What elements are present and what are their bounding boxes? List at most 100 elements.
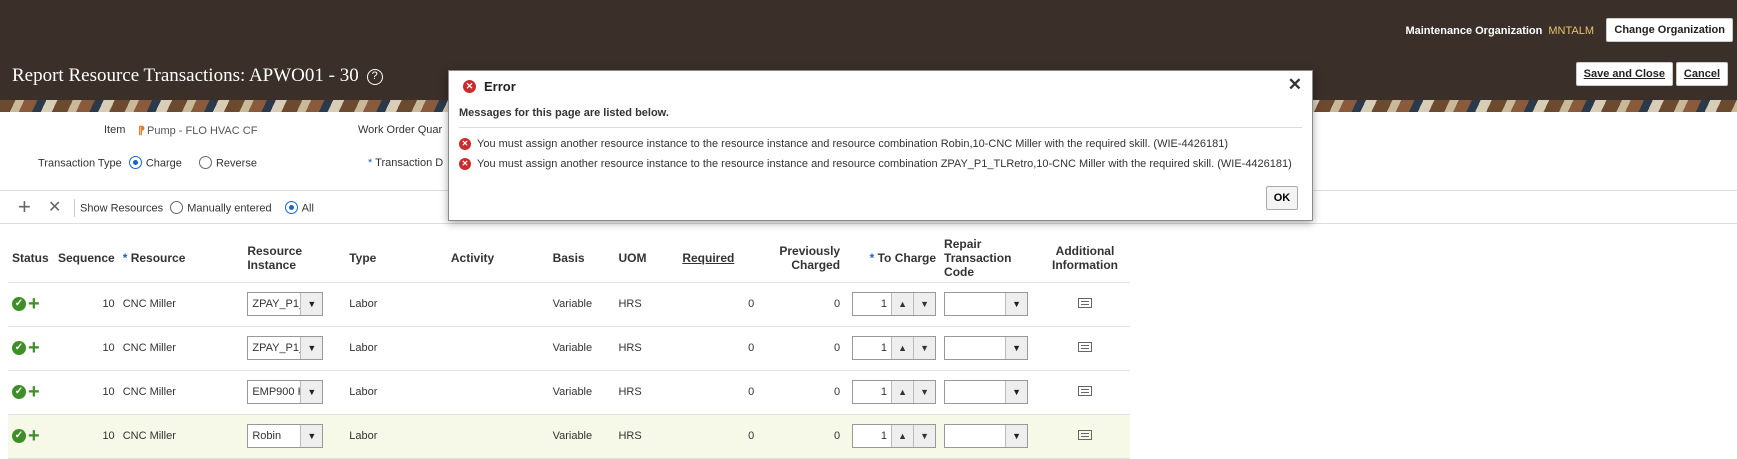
- resources-table: Status Sequence * Resource Resource Inst…: [8, 234, 1130, 459]
- repair-code-cell: ▼: [940, 370, 1040, 415]
- required-cell: 0: [678, 282, 759, 327]
- decrement-icon[interactable]: ▼: [913, 293, 936, 315]
- add-status-icon: +: [28, 425, 40, 447]
- col-required[interactable]: Required: [678, 234, 759, 283]
- chevron-down-icon[interactable]: ▼: [300, 425, 323, 447]
- table-row[interactable]: ✓ +10 CNC Miller EMP900 H ▼ Labor Variable HRS 0…: [8, 370, 1130, 415]
- resource-instance-select[interactable]: Robin ▼: [247, 424, 324, 448]
- resource-instance-select[interactable]: ZPAY_P1_ ▼: [247, 292, 324, 316]
- page-title: Report Resource Transactions: APWO01 - 3…: [12, 65, 383, 87]
- chevron-down-icon[interactable]: ▼: [300, 337, 323, 359]
- to-charge-stepper[interactable]: 1 ▲ ▼: [852, 336, 937, 360]
- change-organization-button[interactable]: Change Organization: [1606, 18, 1733, 42]
- resource-instance-cell: Robin ▼: [243, 414, 346, 459]
- activity-cell: [446, 282, 549, 327]
- to-charge-stepper[interactable]: 1 ▲ ▼: [852, 424, 937, 448]
- required-cell: 0: [678, 414, 759, 459]
- decrement-icon[interactable]: ▼: [913, 425, 936, 447]
- error-message: ✕ You must assign another resource instan…: [459, 138, 1228, 150]
- chevron-down-icon[interactable]: ▼: [300, 293, 323, 315]
- show-resources-label: Show Resources: [80, 202, 164, 215]
- sequence-cell: 10: [53, 414, 119, 459]
- close-icon[interactable]: ✕: [1288, 75, 1302, 95]
- charge-radio[interactable]: [128, 156, 142, 169]
- repair-code-cell: ▼: [940, 326, 1040, 371]
- help-icon[interactable]: ?: [366, 68, 383, 85]
- check-icon: ✓: [12, 297, 26, 311]
- table-header-row: Status Sequence * Resource Resource Inst…: [8, 234, 1130, 283]
- additional-info-cell: [1040, 370, 1130, 415]
- increment-icon[interactable]: ▲: [891, 293, 914, 315]
- uom-cell: HRS: [614, 370, 679, 415]
- toolbar-divider: [74, 199, 75, 217]
- decrement-icon[interactable]: ▼: [913, 337, 936, 359]
- chevron-down-icon[interactable]: ▼: [300, 381, 323, 403]
- all-radio[interactable]: [284, 201, 298, 214]
- resource-instance-select[interactable]: EMP900 H ▼: [247, 380, 324, 404]
- show-resources-group: Show Resources Manually entered All: [80, 201, 314, 216]
- to-charge-cell: 1 ▲ ▼: [844, 370, 941, 415]
- resource-cell: CNC Miller: [118, 370, 244, 415]
- add-icon[interactable]: +: [18, 194, 31, 220]
- increment-icon[interactable]: ▲: [891, 337, 914, 359]
- chevron-down-icon[interactable]: ▼: [1005, 381, 1028, 403]
- resource-cell: CNC Miller: [118, 414, 244, 459]
- chevron-down-icon[interactable]: ▼: [1005, 293, 1028, 315]
- col-uom: UOM: [614, 234, 679, 283]
- dialog-title: ✕ Error: [463, 79, 516, 94]
- type-cell: Labor: [345, 326, 447, 371]
- error-message: ✕ You must assign another resource instan…: [459, 158, 1292, 170]
- check-icon: ✓: [12, 341, 26, 355]
- repair-code-select[interactable]: ▼: [944, 336, 1029, 360]
- activity-cell: [446, 326, 549, 371]
- to-charge-cell: 1 ▲ ▼: [844, 414, 941, 459]
- details-icon[interactable]: [1078, 385, 1092, 396]
- all-label: All: [301, 202, 314, 215]
- repair-code-select[interactable]: ▼: [944, 380, 1029, 404]
- status-cell: ✓ +: [8, 326, 54, 371]
- required-cell: 0: [678, 326, 759, 371]
- previously-charged-cell: 0: [758, 414, 845, 459]
- col-additional-information: Additional Information: [1040, 234, 1130, 283]
- previously-charged-cell: 0: [758, 282, 845, 327]
- activity-cell: [446, 414, 549, 459]
- to-charge-stepper[interactable]: 1 ▲ ▼: [852, 380, 937, 404]
- delete-icon[interactable]: ✕: [48, 197, 61, 217]
- status-cell: ✓ +: [8, 414, 54, 459]
- increment-icon[interactable]: ▲: [891, 381, 914, 403]
- dialog-intro: Messages for this page are listed below.: [459, 107, 669, 119]
- col-status: Status: [8, 234, 54, 283]
- repair-code-select[interactable]: ▼: [944, 424, 1029, 448]
- ok-button[interactable]: OK: [1266, 186, 1298, 210]
- reverse-radio[interactable]: [198, 156, 212, 169]
- col-sequence: Sequence: [53, 234, 119, 283]
- sequence-cell: 10: [53, 326, 119, 371]
- chevron-down-icon[interactable]: ▼: [1005, 337, 1028, 359]
- details-icon[interactable]: [1078, 297, 1092, 308]
- repair-code-select[interactable]: ▼: [944, 292, 1029, 316]
- table-row[interactable]: ✓ +10 CNC Miller Robin ▼ Labor Variable HRS 0 0 1 ▲…: [8, 414, 1130, 459]
- manually-entered-radio[interactable]: [170, 201, 184, 214]
- resource-cell: CNC Miller: [118, 326, 244, 371]
- to-charge-cell: 1 ▲ ▼: [844, 282, 941, 327]
- resource-instance-select[interactable]: ZPAY_P1_ ▼: [247, 336, 324, 360]
- resource-instance-cell: ZPAY_P1_ ▼: [243, 282, 346, 327]
- details-icon[interactable]: [1078, 341, 1092, 352]
- table-row[interactable]: ✓ +10 CNC Miller ZPAY_P1_ ▼ Labor Variable HRS 0…: [8, 282, 1130, 327]
- save-and-close-button[interactable]: Save and Close: [1575, 62, 1673, 86]
- table-row[interactable]: ✓ +10 CNC Miller ZPAY_P1_ ▼ Labor Variable HRS 0…: [8, 326, 1130, 371]
- error-icon: ✕: [459, 138, 471, 150]
- to-charge-stepper[interactable]: 1 ▲ ▼: [852, 292, 937, 316]
- add-status-icon: +: [28, 381, 40, 403]
- chevron-down-icon[interactable]: ▼: [1005, 425, 1028, 447]
- cancel-button[interactable]: Cancel: [1675, 62, 1728, 86]
- wo-quantity-label: Work Order Quar: [358, 124, 443, 136]
- check-icon: ✓: [12, 385, 26, 399]
- details-icon[interactable]: [1078, 429, 1092, 440]
- decrement-icon[interactable]: ▼: [913, 381, 936, 403]
- add-status-icon: +: [28, 337, 40, 359]
- dialog-divider: [459, 127, 1302, 128]
- increment-icon[interactable]: ▲: [891, 425, 914, 447]
- additional-info-cell: [1040, 326, 1130, 371]
- activity-cell: [446, 370, 549, 415]
